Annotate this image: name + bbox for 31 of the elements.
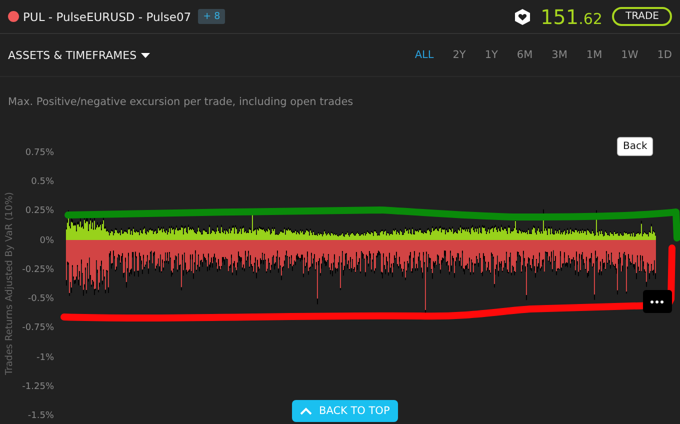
y-tick-label: 0.75% <box>24 147 54 159</box>
y-tick-label: -1.25% <box>21 380 54 393</box>
range-tab[interactable]: 6M <box>516 49 533 61</box>
price-value: 151.62 <box>540 4 602 28</box>
y-tick-label: 0% <box>38 234 54 247</box>
y-tick-label: -0.25% <box>21 264 54 276</box>
more-icon[interactable] <box>643 290 672 313</box>
range-tab[interactable]: 1W <box>621 49 638 61</box>
range-tab[interactable]: 1D <box>657 49 672 61</box>
y-tick-label: -0.5% <box>26 293 54 306</box>
y-tick-label: -1.5% <box>26 410 54 422</box>
status-dot <box>8 11 19 22</box>
y-tick-label: -1% <box>35 352 54 364</box>
y-axis-title: Trades Returns Adjusted By VaR (10%) <box>4 192 14 375</box>
range-tab[interactable]: 3M <box>552 49 568 61</box>
range-tab[interactable]: 1Y <box>484 49 498 61</box>
range-tab[interactable]: 2Y <box>452 49 466 61</box>
y-tick-label: 0.25% <box>24 205 54 218</box>
trade-button[interactable]: TRADE <box>612 7 672 26</box>
strategy-title: PUL - PulseEURUSD - Pulse07 <box>23 10 192 24</box>
count-badge: + 8 <box>198 9 226 24</box>
back-button[interactable]: Back <box>617 137 654 156</box>
range-tab[interactable]: 1M <box>586 49 602 61</box>
assets-timeframes-dropdown[interactable]: ASSETS & TIMEFRAMES <box>8 48 150 62</box>
caret-icon <box>140 52 150 58</box>
hexagon-heart-icon[interactable] <box>515 8 530 24</box>
chart-subtitle: Max. Positive/negative excursion per trade, including open trades <box>7 95 354 110</box>
y-tick-label: -0.75% <box>21 322 54 334</box>
chevron-up-icon <box>300 407 312 415</box>
range-tab[interactable]: ALL <box>414 49 434 61</box>
y-tick-label: 0.5% <box>30 176 54 188</box>
